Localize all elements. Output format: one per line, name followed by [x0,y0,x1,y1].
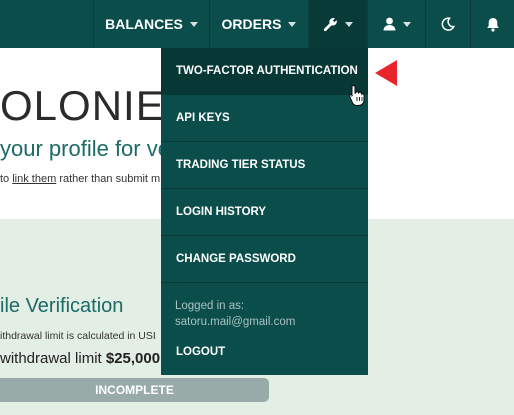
withdrawal-limit-description: ithdrawal limit is calculated in USI [0,330,156,342]
chevron-down-icon [345,21,353,27]
dark-mode-toggle[interactable] [425,0,470,48]
tools-dropdown-menu: TWO-FACTOR AUTHENTICATION API KEYS TRADI… [161,48,368,375]
notifications-button[interactable] [470,0,514,48]
chevron-down-icon [189,21,198,27]
user-icon [383,17,396,31]
chevron-down-icon [402,21,411,27]
bell-icon [486,17,500,32]
nav-orders-menu[interactable]: ORDERS [209,0,308,48]
chevron-down-icon [288,21,297,27]
menu-item-change-password[interactable]: CHANGE PASSWORD [161,236,368,283]
hand-cursor-icon [349,84,365,111]
logged-in-email: satoru.mail@gmail.com [175,316,296,328]
verify-profile-subtext: to link them rather than submit m [0,173,160,185]
nav-orders-label: ORDERS [221,16,282,32]
verification-status-button[interactable]: INCOMPLETE [0,378,269,402]
link-them-link[interactable]: link them [12,173,56,185]
logout-button[interactable]: LOGOUT [176,346,225,358]
nav-balances-menu[interactable]: BALANCES [93,0,209,48]
logged-in-info: Logged in as: satoru.mail@gmail.com [175,298,295,330]
nav-balances-label: BALANCES [105,16,183,32]
verify-sub-after: rather than submit m [56,173,161,185]
withdrawal-limit-prefix: withdrawal limit [0,350,106,367]
wrench-icon [323,17,338,32]
verify-sub-before: to [0,173,13,185]
withdrawal-limit-value: $25,000 [105,350,161,367]
menu-item-api-keys[interactable]: API KEYS [161,95,368,142]
moon-icon [441,17,455,31]
menu-item-two-factor-auth[interactable]: TWO-FACTOR AUTHENTICATION [161,48,368,95]
withdrawal-limit-line: withdrawal limit $25,000 [0,350,160,367]
nav-user-menu[interactable] [367,0,425,48]
annotation-arrow-icon [375,60,397,86]
profile-verification-title: ile Verification [0,295,124,317]
menu-item-trading-tier-status[interactable]: TRADING TIER STATUS [161,142,368,189]
nav-tools-menu[interactable] [308,0,367,48]
top-navbar: BALANCES ORDERS [0,0,514,48]
menu-item-login-history[interactable]: LOGIN HISTORY [161,189,368,236]
logged-in-label: Logged in as: [175,300,245,312]
